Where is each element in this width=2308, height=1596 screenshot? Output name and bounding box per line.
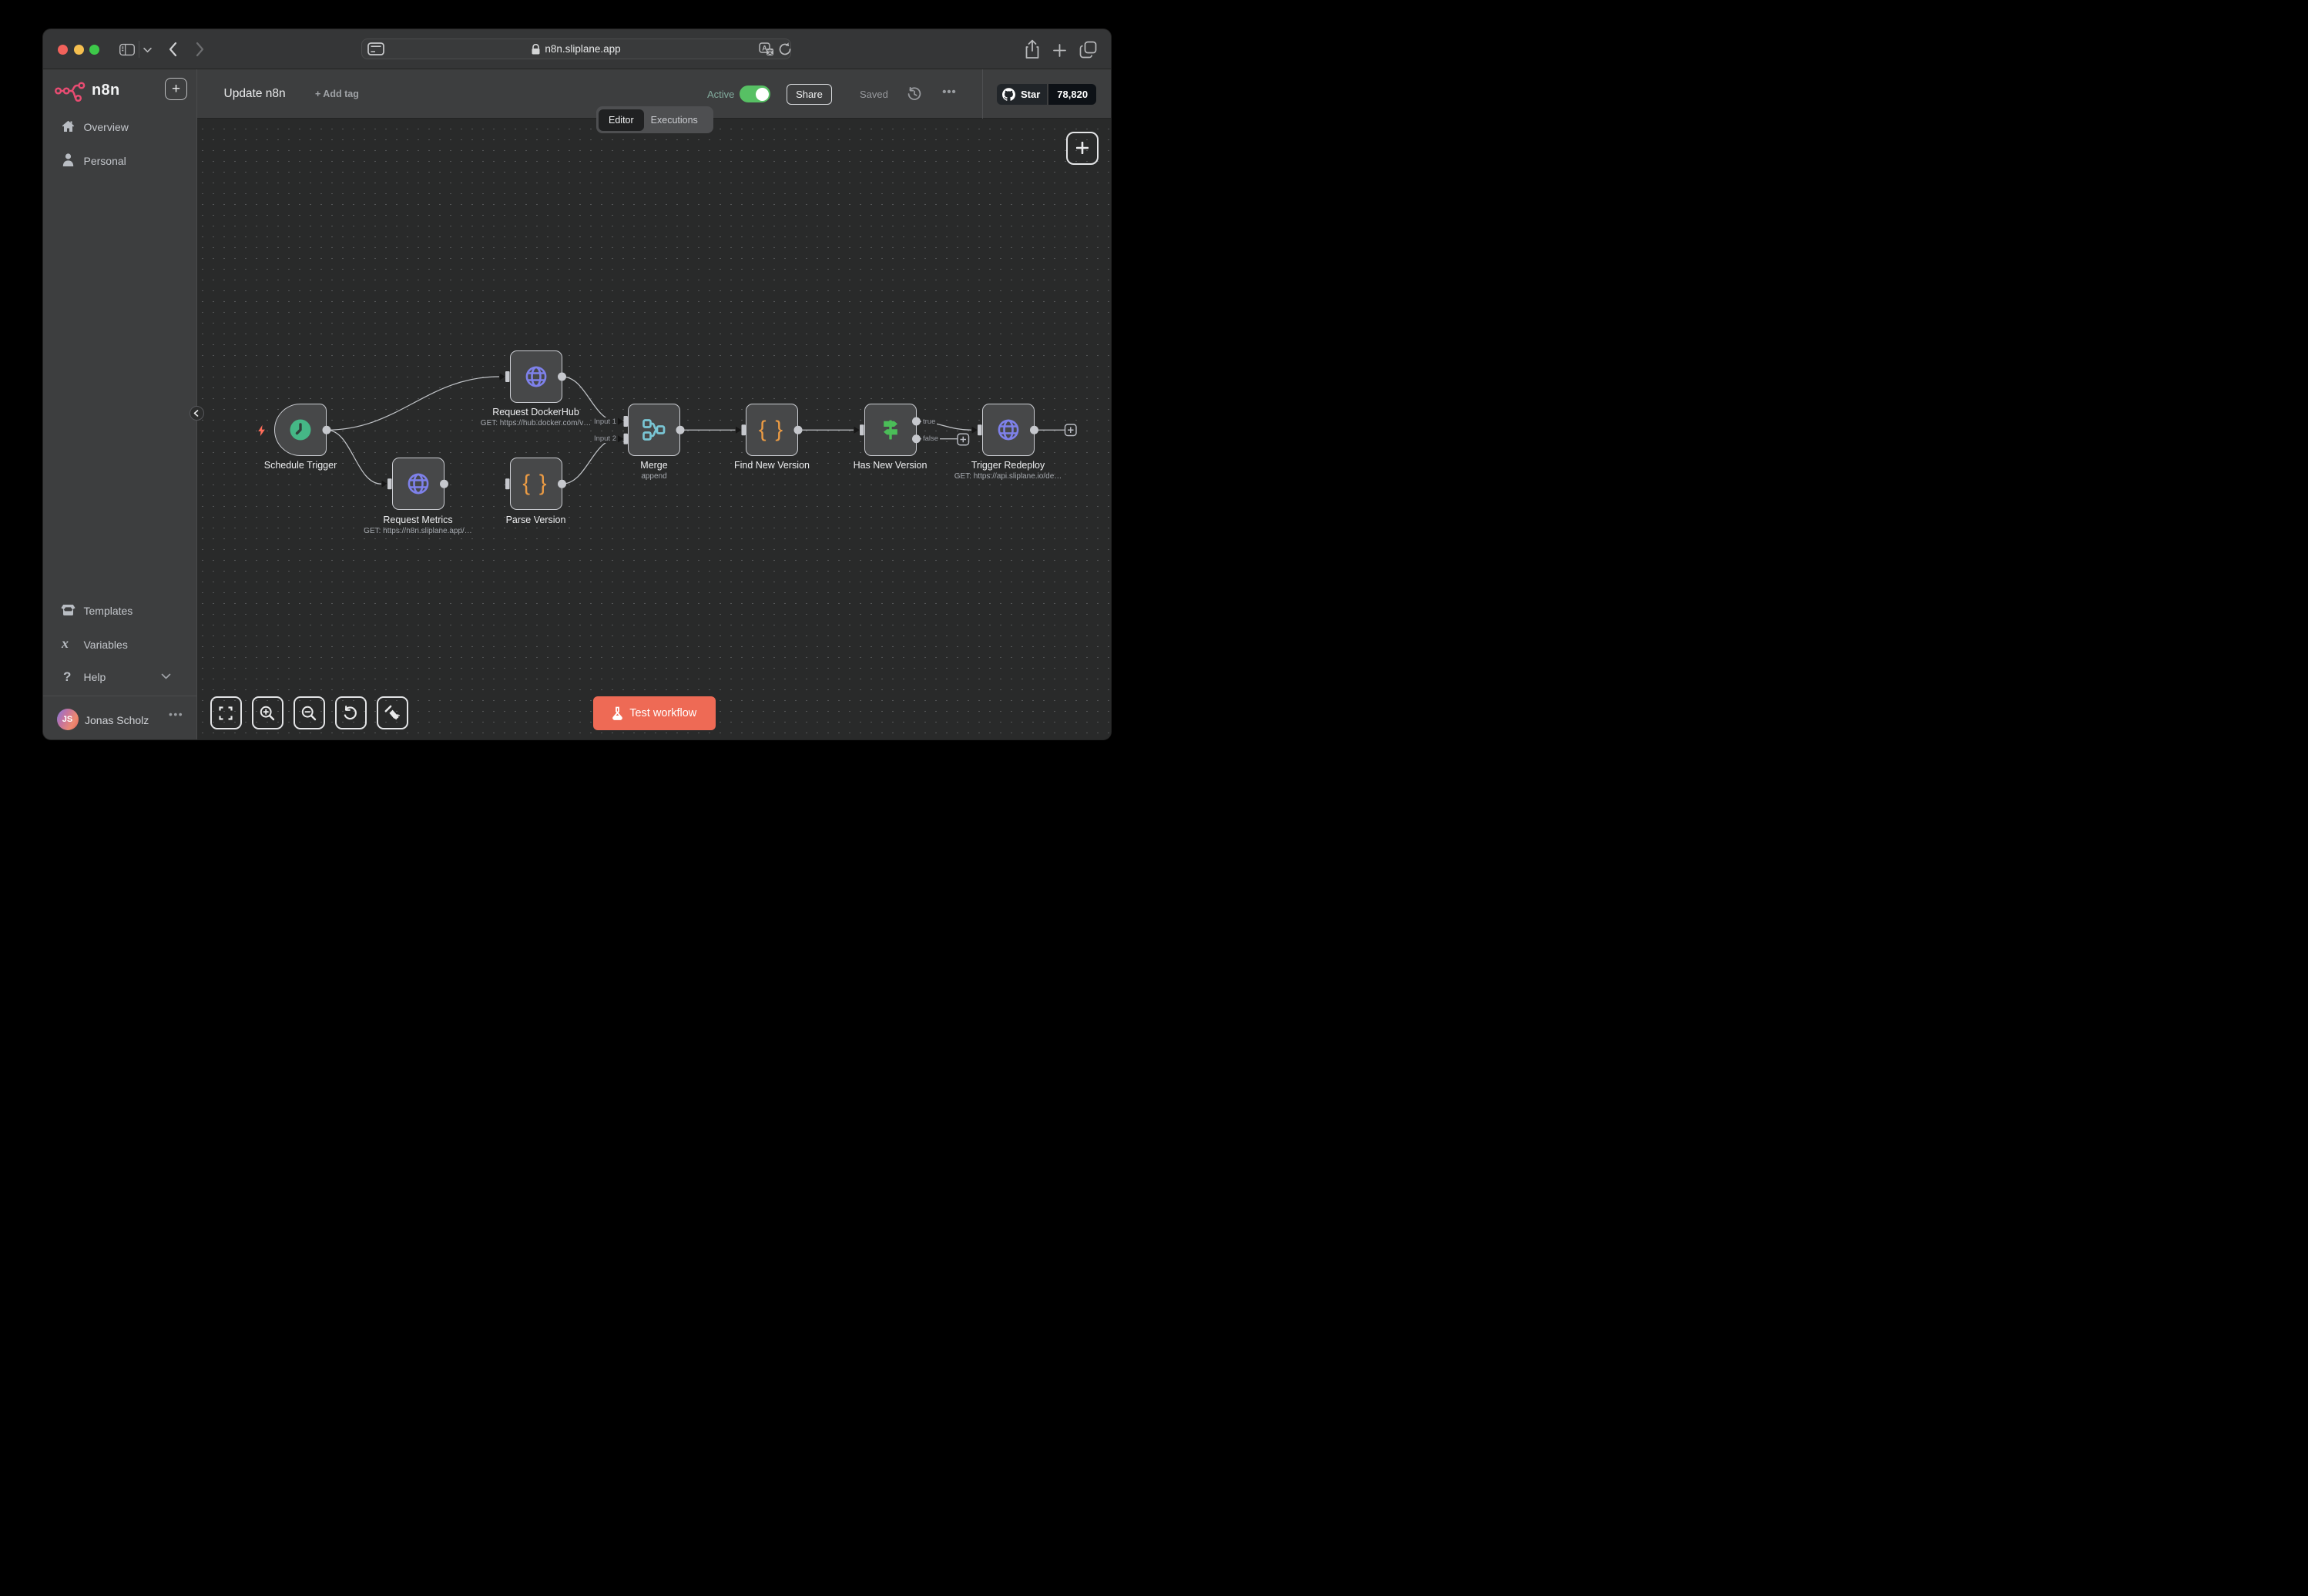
svg-text:文: 文: [767, 49, 773, 55]
